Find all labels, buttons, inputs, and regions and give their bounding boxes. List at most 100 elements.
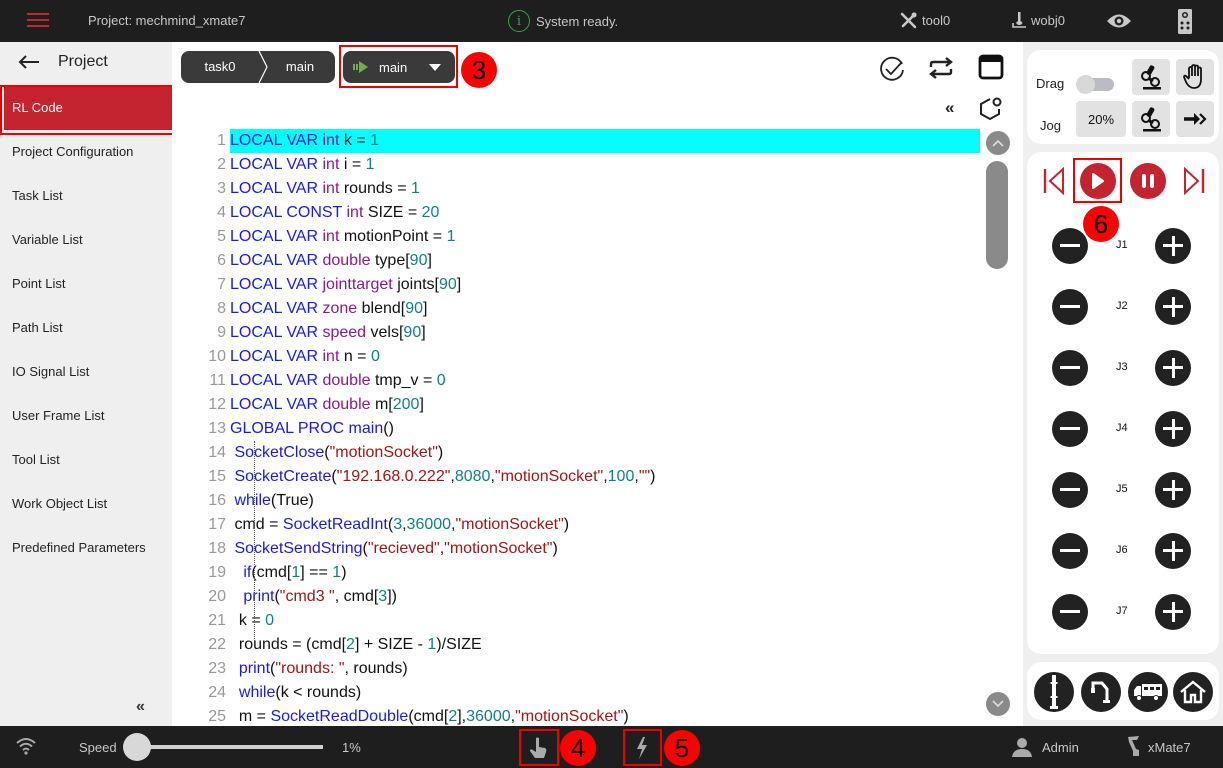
hand-guiding-button[interactable] xyxy=(1176,59,1214,95)
joint-minus-button[interactable] xyxy=(1052,533,1088,569)
jog-percent-button[interactable]: 20% xyxy=(1076,101,1126,137)
sidebar-item-user-frame-list[interactable]: User Frame List xyxy=(0,394,172,438)
sidebar-item-work-object-list[interactable]: Work Object List xyxy=(0,482,172,526)
code-text: LOCAL VAR double type[90] xyxy=(230,252,432,269)
code-line[interactable]: 25 m = SocketReadDouble(cmd[2],36000,"mo… xyxy=(172,705,982,726)
code-text: LOCAL VAR int n = 0 xyxy=(230,348,380,365)
scroll-down-button[interactable] xyxy=(986,692,1010,716)
jog-continuous-button[interactable] xyxy=(1176,101,1214,137)
check-circle-icon[interactable] xyxy=(878,55,906,83)
lightning-icon[interactable] xyxy=(634,736,650,760)
eye-icon[interactable] xyxy=(1106,12,1132,33)
sidebar-item-rl-code[interactable]: RL Code xyxy=(4,86,172,130)
transport-pose-button[interactable] xyxy=(1128,672,1168,712)
window-icon[interactable] xyxy=(978,54,1004,80)
hexagon-node-icon[interactable] xyxy=(978,95,1004,123)
wrench-screwdriver-icon xyxy=(900,12,917,29)
joint-plus-button[interactable] xyxy=(1155,594,1191,630)
code-line[interactable]: 20 print("cmd3 ", cmd[3]) xyxy=(172,585,982,609)
joint-plus-button[interactable] xyxy=(1155,411,1191,447)
joint-minus-button[interactable] xyxy=(1052,350,1088,386)
drag-robot-mode-button[interactable] xyxy=(1132,59,1170,95)
code-line[interactable]: 12 LOCAL VAR double m[200] xyxy=(172,393,982,417)
step-back-icon[interactable] xyxy=(1042,167,1066,195)
joint-minus-button[interactable] xyxy=(1052,472,1088,508)
code-line[interactable]: 19 if(cmd[1] == 1) xyxy=(172,561,982,585)
function-selector-dropdown[interactable]: main xyxy=(343,51,455,83)
code-line[interactable]: 22 rounds = (cmd[2] + SIZE - 1)/SIZE xyxy=(172,633,982,657)
arm-pose-button[interactable] xyxy=(1081,672,1121,712)
joint-plus-button[interactable] xyxy=(1155,533,1191,569)
joint-minus-button[interactable] xyxy=(1052,594,1088,630)
code-line[interactable]: 15 SocketCreate("192.168.0.222",8080,"mo… xyxy=(172,465,982,489)
home-pose-button[interactable] xyxy=(1173,672,1213,712)
joint-plus-button[interactable] xyxy=(1155,289,1191,325)
code-line[interactable]: 24 while(k < rounds) xyxy=(172,681,982,705)
sidebar-item-project-configuration[interactable]: Project Configuration xyxy=(0,130,172,174)
play-button[interactable] xyxy=(1080,163,1116,199)
line-number: 1 xyxy=(217,132,226,149)
speed-slider[interactable] xyxy=(121,733,323,761)
collapse-editor-button[interactable]: « xyxy=(945,98,954,118)
wobj-selector[interactable]: wobj0 xyxy=(1011,11,1065,29)
code-line[interactable]: 9 LOCAL VAR speed vels[90] xyxy=(172,321,982,345)
pause-button[interactable] xyxy=(1130,163,1166,199)
code-line[interactable]: 5 LOCAL VAR int motionPoint = 1 xyxy=(172,225,982,249)
joint-jog-row: J3 xyxy=(1027,348,1219,388)
sidebar-header: Project xyxy=(18,53,108,71)
speed-slider-thumb[interactable] xyxy=(122,733,151,761)
sidebar-collapse-button[interactable]: « xyxy=(136,698,145,716)
sidebar-item-path-list[interactable]: Path List xyxy=(0,306,172,350)
joint-label: J6 xyxy=(1116,544,1128,556)
code-line[interactable]: 18 SocketSendString("recieved","motionSo… xyxy=(172,537,982,561)
sidebar-item-predefined-parameters[interactable]: Predefined Parameters xyxy=(0,526,172,570)
sidebar-item-point-list[interactable]: Point List xyxy=(0,262,172,306)
code-line[interactable]: 13 GLOBAL PROC main() xyxy=(172,417,982,441)
code-line[interactable]: 14 SocketClose("motionSocket") xyxy=(172,441,982,465)
drag-toggle[interactable] xyxy=(1076,75,1114,94)
code-line[interactable]: 2 LOCAL VAR int i = 1 xyxy=(172,153,982,177)
arrow-left-icon[interactable] xyxy=(18,54,40,70)
joint-plus-button[interactable] xyxy=(1155,472,1191,508)
code-line[interactable]: 3 LOCAL VAR int rounds = 1 xyxy=(172,177,982,201)
code-line[interactable]: 7 LOCAL VAR jointtarget joints[90] xyxy=(172,273,982,297)
code-editor-panel: task0 main main « 1 LOCAL VAR int k = 12L… xyxy=(172,42,1023,726)
joint-plus-button[interactable] xyxy=(1155,350,1191,386)
straight-pose-button[interactable] xyxy=(1034,672,1074,712)
jog-robot-mode-button[interactable] xyxy=(1132,101,1170,137)
line-number: 21 xyxy=(208,612,226,629)
repeat-icon[interactable] xyxy=(928,57,954,79)
code-line[interactable]: 10 LOCAL VAR int n = 0 xyxy=(172,345,982,369)
code-line[interactable]: 17 cmd = SocketReadInt(3,36000,"motionSo… xyxy=(172,513,982,537)
breadcrumb-function[interactable]: main xyxy=(259,51,335,83)
joint-minus-button[interactable] xyxy=(1052,411,1088,447)
code-line[interactable]: 6 LOCAL VAR double type[90] xyxy=(172,249,982,273)
step-forward-icon[interactable] xyxy=(1182,167,1206,195)
code-line[interactable]: 16 while(True) xyxy=(172,489,982,513)
hamburger-menu-icon[interactable] xyxy=(27,13,49,29)
code-area[interactable]: 1 LOCAL VAR int k = 1 2 LOCAL VAR int i = 1… xyxy=(172,129,982,726)
teach-pendant-icon[interactable] xyxy=(1178,9,1192,37)
hand-pointer-icon[interactable] xyxy=(528,736,548,760)
joint-minus-button[interactable] xyxy=(1052,289,1088,325)
code-line[interactable]: 23 print("rounds: ", rounds) xyxy=(172,657,982,681)
tool-selector[interactable]: tool0 xyxy=(900,11,950,29)
joint-label: J4 xyxy=(1116,422,1128,434)
code-line[interactable]: 1 LOCAL VAR int k = 1 xyxy=(172,129,982,153)
joint-minus-button[interactable] xyxy=(1052,228,1088,264)
code-line[interactable]: 4 LOCAL CONST int SIZE = 20 xyxy=(172,201,982,225)
sidebar-item-task-list[interactable]: Task List xyxy=(0,174,172,218)
code-line[interactable]: 11 LOCAL VAR double tmp_v = 0 xyxy=(172,369,982,393)
sidebar-item-variable-list[interactable]: Variable List xyxy=(0,218,172,262)
code-text: LOCAL VAR int k = 1 xyxy=(230,129,980,153)
sidebar-item-io-signal-list[interactable]: IO Signal List xyxy=(0,350,172,394)
breadcrumb-task[interactable]: task0 xyxy=(181,51,259,83)
scroll-up-button[interactable] xyxy=(986,131,1010,155)
annotation-badge-6: 6 xyxy=(1083,206,1119,242)
joint-plus-button[interactable] xyxy=(1155,228,1191,264)
scrollbar-thumb[interactable] xyxy=(986,161,1008,269)
code-line[interactable]: 8 LOCAL VAR zone blend[90] xyxy=(172,297,982,321)
chevron-down-icon xyxy=(992,700,1004,708)
sidebar-item-tool-list[interactable]: Tool List xyxy=(0,438,172,482)
code-line[interactable]: 21 k = 0 xyxy=(172,609,982,633)
